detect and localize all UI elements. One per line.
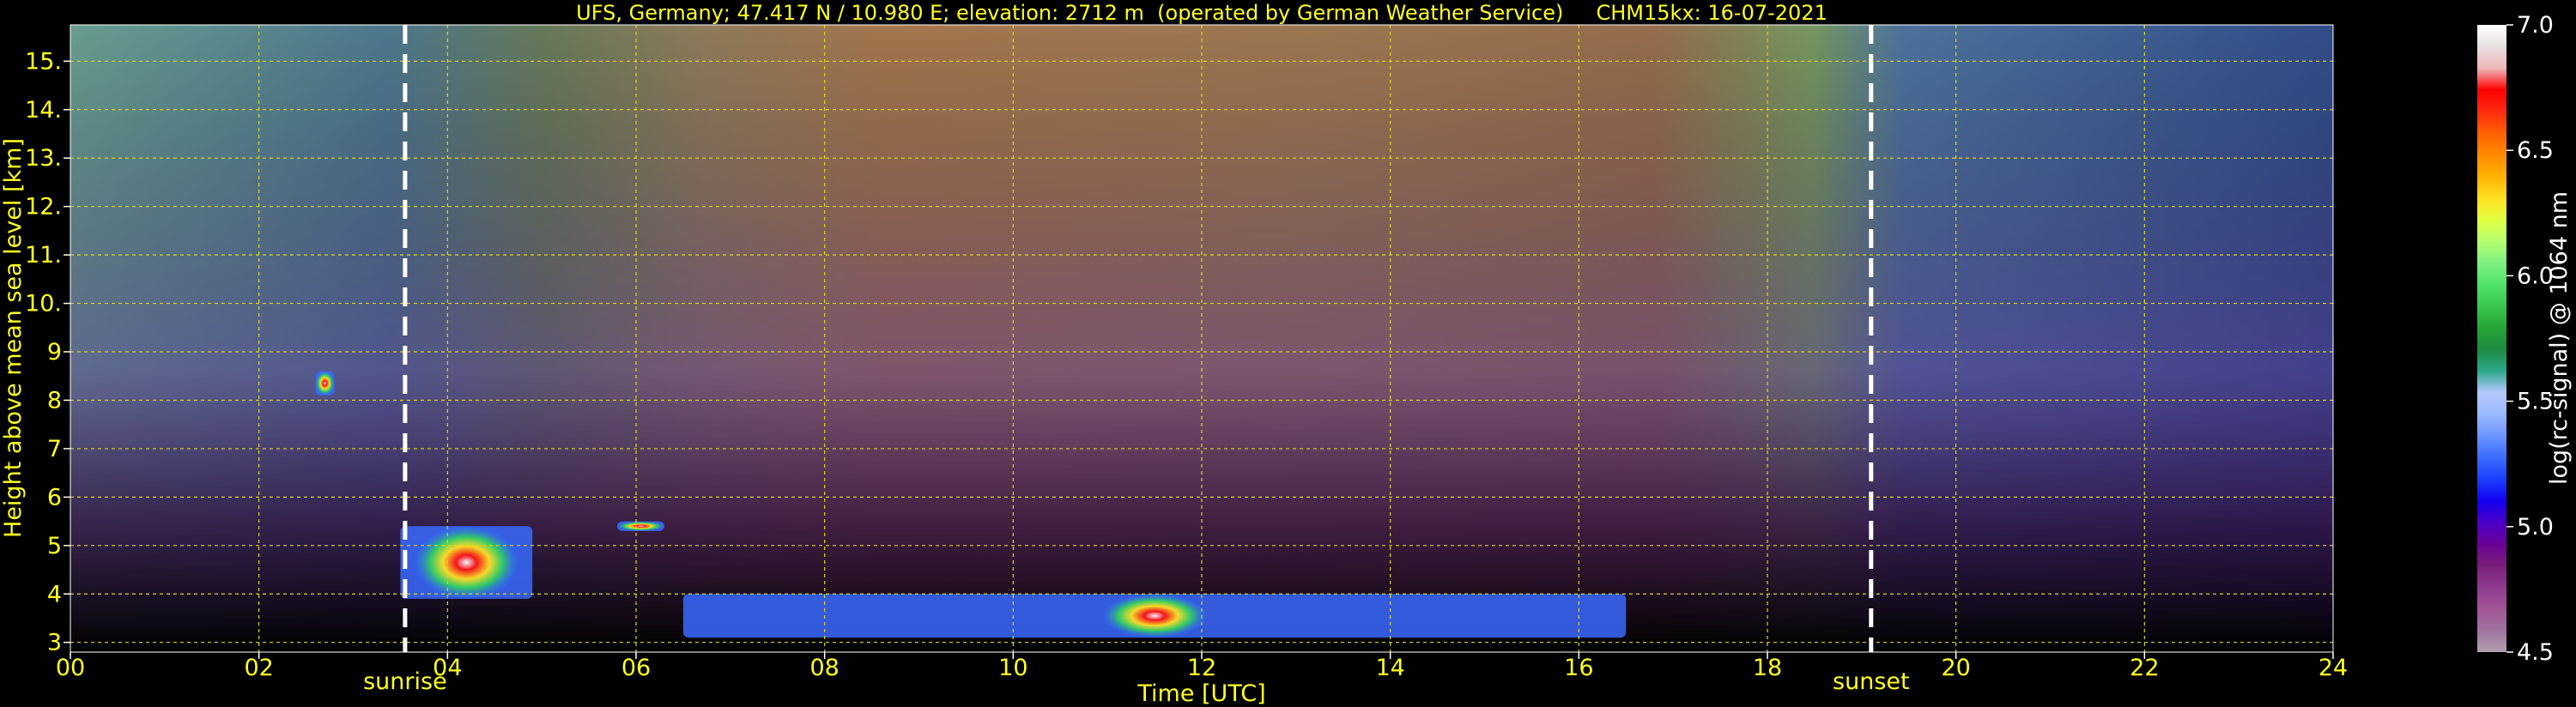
colorbar-tick-label: 4.5 (2517, 639, 2554, 666)
y-tick-label: 8 (47, 387, 62, 414)
x-tick-label: 18 (1753, 655, 1782, 681)
x-tick-label: 12 (1187, 655, 1216, 681)
y-tick-label: 15. (25, 48, 62, 75)
x-tick-label: 24 (2318, 655, 2348, 681)
x-tick-label: 06 (621, 655, 651, 681)
cloud-core (415, 526, 518, 599)
colorbar-tick-label: 6.5 (2517, 137, 2554, 164)
x-tick-label: 20 (1941, 655, 1970, 681)
cloud-core (1103, 594, 1207, 638)
y-tick-label: 12. (25, 194, 62, 221)
x-tick-label: 02 (244, 655, 273, 681)
y-tick-label: 13. (25, 145, 62, 172)
colorbar-tick-label: 7.0 (2517, 12, 2554, 39)
x-tick-label: 10 (998, 655, 1027, 681)
y-tick-label: 5 (47, 533, 62, 559)
x-tick-label: 22 (2130, 655, 2159, 681)
x-tick-label: 00 (56, 655, 85, 681)
colorbar-label: log(rc-signal) @ 1064 nm (2546, 191, 2573, 485)
y-tick-label: 11. (25, 242, 62, 269)
chart-title: UFS, Germany; 47.417 N / 10.980 E; eleva… (576, 1, 1827, 25)
y-tick-label: 3 (47, 630, 62, 656)
x-tick-label: 16 (1564, 655, 1593, 681)
x-tick-label: 04 (433, 655, 462, 681)
ceilometer-chart: sunrise sunset 00 02 04 06 08 10 12 14 16 18 20 22 24… (0, 1, 2573, 707)
colorbar-tick-label: 5.0 (2517, 514, 2554, 541)
event-label-sunset: sunset (1833, 668, 1910, 695)
y-tick-label: 9 (47, 339, 62, 366)
y-axis-label: Height above mean sea level [km] (0, 138, 27, 538)
y-tick-label: 14. (25, 97, 62, 124)
colorbar (2477, 25, 2506, 652)
y-tick-label: 7 (47, 436, 62, 462)
y-tick-label: 10. (25, 291, 62, 317)
x-tick-label: 14 (1375, 655, 1404, 681)
y-tick-labels: 3 4 5 6 7 8 9 10. 11. 12. 13. 14. 15. (25, 48, 70, 656)
x-tick-label: 08 (809, 655, 839, 681)
y-tick-label: 6 (47, 484, 62, 511)
y-tick-label: 4 (47, 581, 62, 607)
cloud-core (315, 371, 335, 396)
cloud-core (617, 521, 664, 531)
x-axis-label: Time [UTC] (1136, 680, 1265, 707)
